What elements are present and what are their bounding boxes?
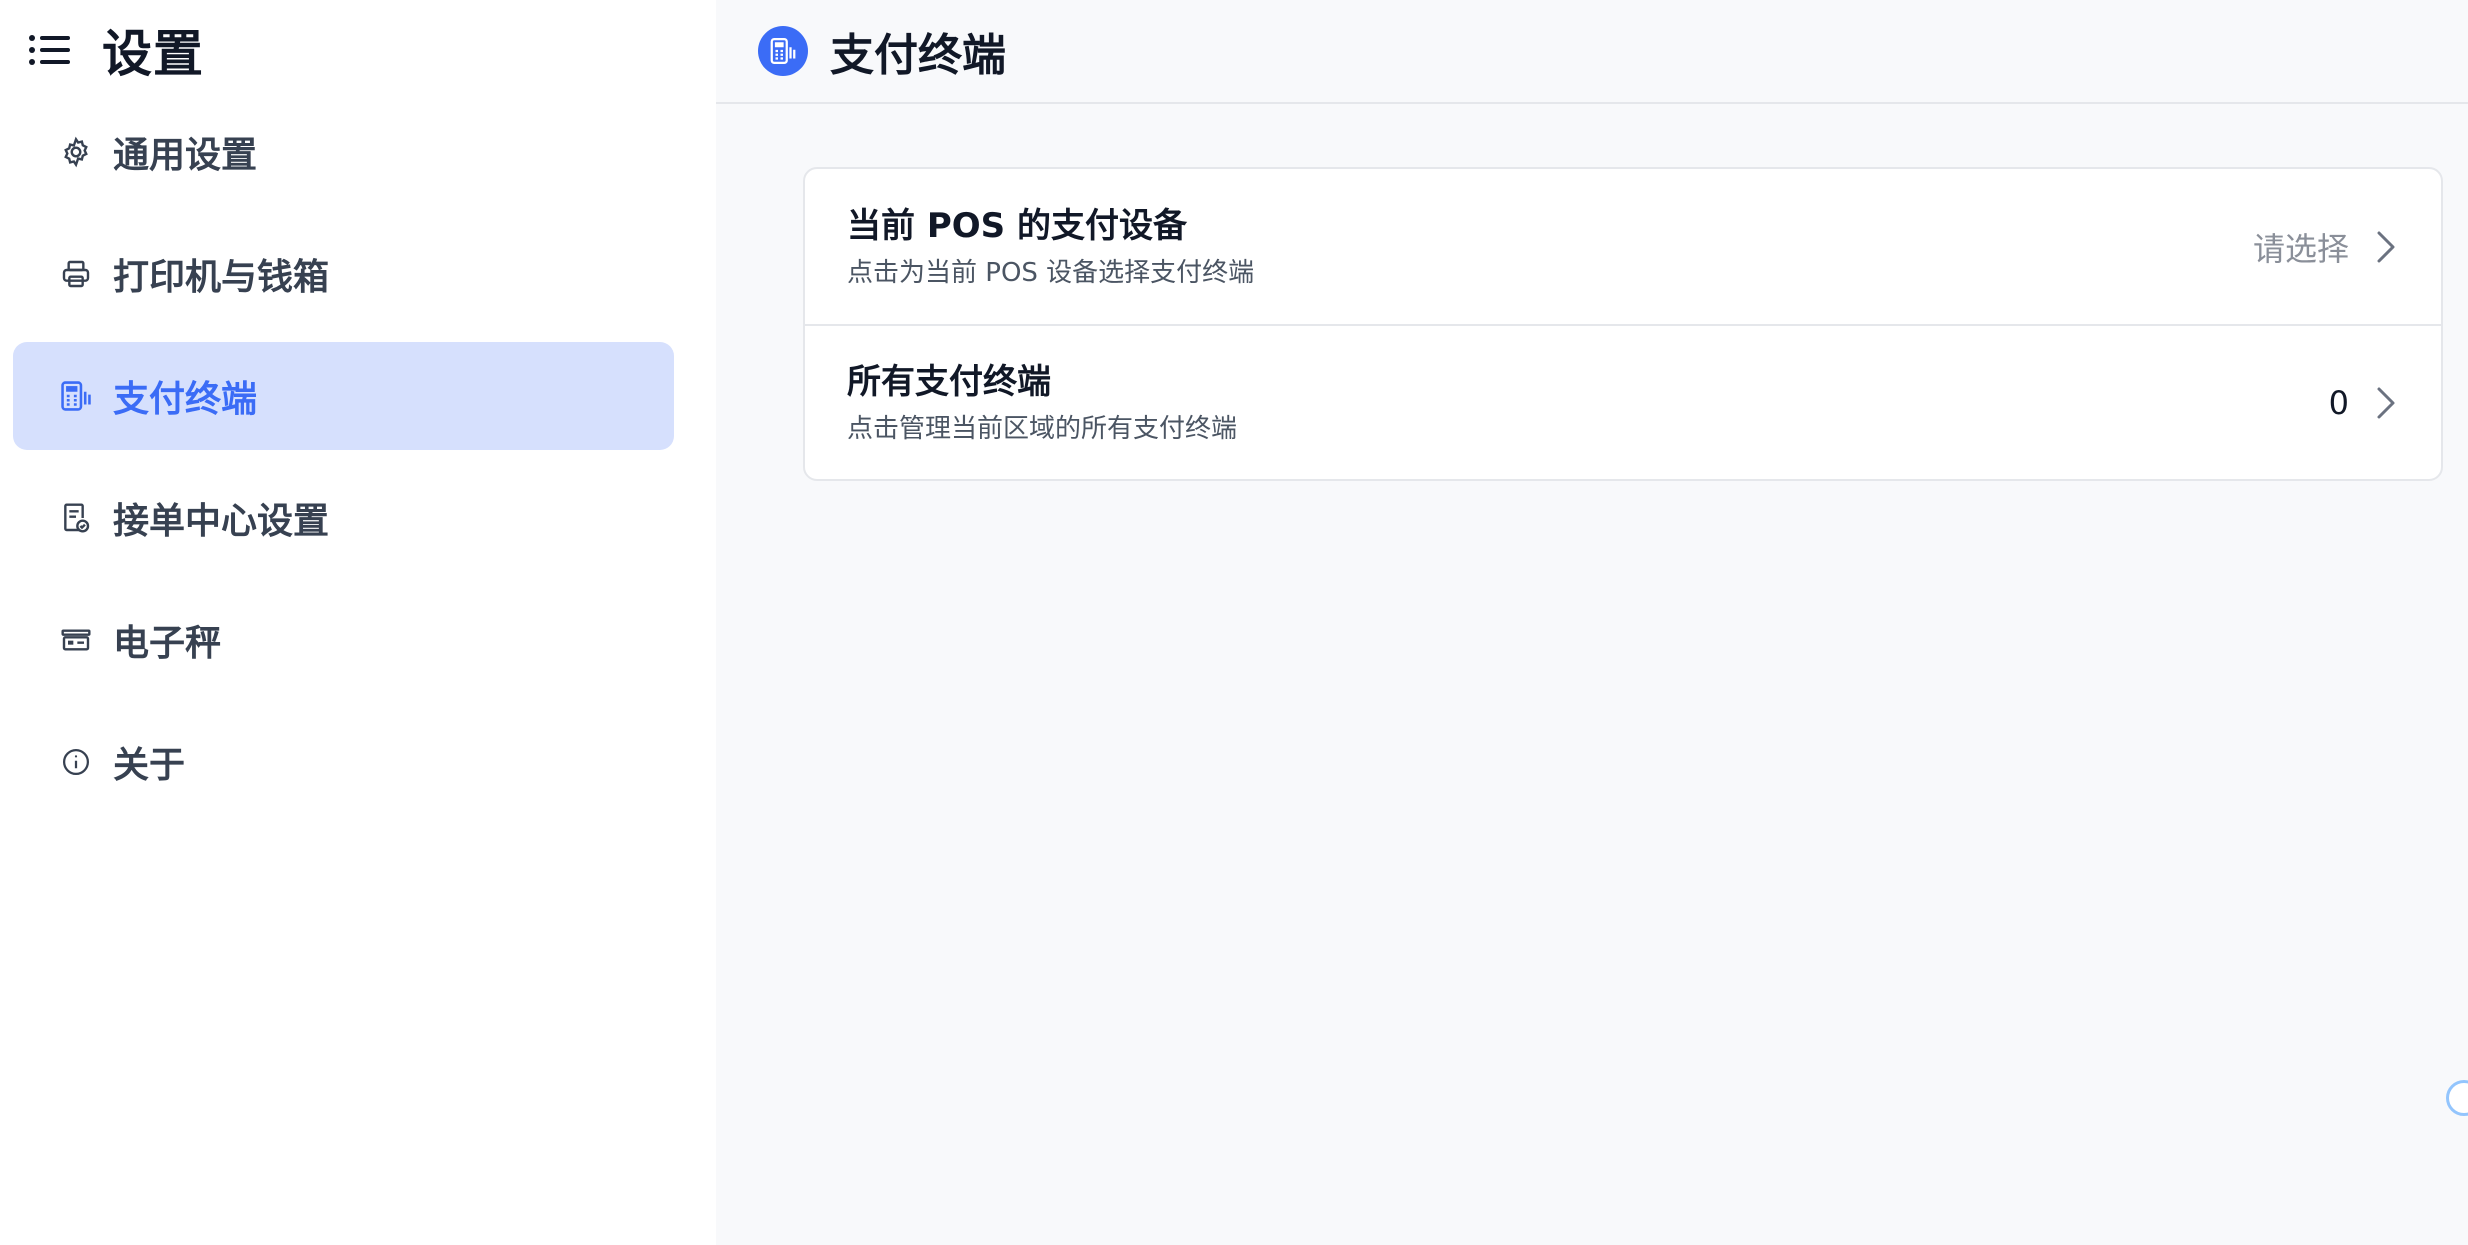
settings-app: 设置 通用设置 打印机与钱箱 支付终端 接单中心设置 电子秤 关于 支付终端 当…: [0, 0, 2468, 1245]
row-text: 当前 POS 的支付设备 点击为当前 POS 设备选择支付终端: [847, 204, 2253, 290]
pos-terminal-icon: [59, 379, 93, 413]
page-header: 支付终端: [716, 0, 2468, 104]
sidebar-item-label: 关于: [113, 745, 186, 786]
printer-icon: [59, 257, 93, 291]
settings-nav: 通用设置 打印机与钱箱 支付终端 接单中心设置 电子秤 关于: [13, 98, 674, 830]
row-title: 当前 POS 的支付设备: [847, 205, 1187, 246]
pos-terminal-icon: [758, 26, 808, 76]
current-pos-device-row[interactable]: 当前 POS 的支付设备 点击为当前 POS 设备选择支付终端 请选择: [805, 169, 2441, 324]
row-subtitle: 点击管理当前区域的所有支付终端: [847, 413, 1238, 444]
row-title: 所有支付终端: [847, 361, 1051, 402]
menu-list-icon[interactable]: [26, 26, 74, 74]
sidebar-header: 设置: [26, 20, 204, 83]
chevron-right-icon: [2371, 385, 2401, 421]
all-terminals-row[interactable]: 所有支付终端 点击管理当前区域的所有支付终端 0: [805, 324, 2441, 479]
sidebar-item-label: 接单中心设置: [113, 501, 330, 542]
scale-icon: [59, 623, 93, 657]
info-icon: [59, 745, 93, 779]
sidebar-item-label: 打印机与钱箱: [113, 257, 330, 298]
sidebar-title: 设置: [102, 25, 204, 83]
sidebar-item-label: 支付终端: [113, 379, 258, 420]
main-panel: 支付终端 当前 POS 的支付设备 点击为当前 POS 设备选择支付终端 请选择…: [716, 0, 2468, 1245]
floating-assist-button[interactable]: [2446, 1080, 2468, 1116]
settings-card: 当前 POS 的支付设备 点击为当前 POS 设备选择支付终端 请选择 所有支付…: [803, 167, 2443, 481]
sidebar-item-payment-terminal[interactable]: 支付终端: [13, 342, 674, 450]
gear-icon: [59, 135, 93, 169]
sidebar-item-printer[interactable]: 打印机与钱箱: [13, 220, 674, 328]
sidebar-item-about[interactable]: 关于: [13, 708, 674, 816]
order-doc-icon: [59, 501, 93, 535]
sidebar-item-order-center[interactable]: 接单中心设置: [13, 464, 674, 572]
sidebar-item-label: 通用设置: [113, 135, 258, 176]
sidebar: 设置 通用设置 打印机与钱箱 支付终端 接单中心设置 电子秤 关于: [0, 0, 716, 1245]
terminal-count: 0: [2328, 383, 2349, 422]
sidebar-item-general[interactable]: 通用设置: [13, 98, 674, 206]
select-placeholder: 请选择: [2252, 229, 2349, 268]
sidebar-item-label: 电子秤: [113, 623, 222, 664]
row-subtitle: 点击为当前 POS 设备选择支付终端: [847, 257, 1255, 288]
sidebar-item-scale[interactable]: 电子秤: [13, 586, 674, 694]
page-title: 支付终端: [830, 30, 1006, 81]
chevron-right-icon: [2371, 229, 2401, 265]
row-text: 所有支付终端 点击管理当前区域的所有支付终端: [847, 360, 2329, 446]
